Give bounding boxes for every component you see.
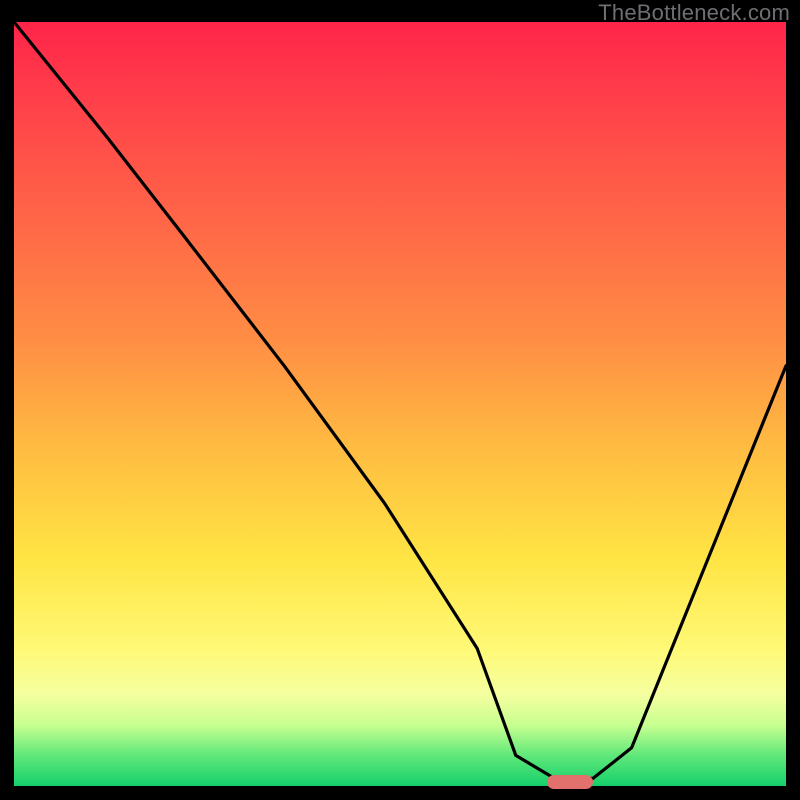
bottleneck-curve xyxy=(14,22,786,786)
optimal-marker xyxy=(547,775,593,789)
chart-frame: TheBottleneck.com xyxy=(0,0,800,800)
watermark-text: TheBottleneck.com xyxy=(598,0,790,26)
plot-area xyxy=(14,22,786,786)
